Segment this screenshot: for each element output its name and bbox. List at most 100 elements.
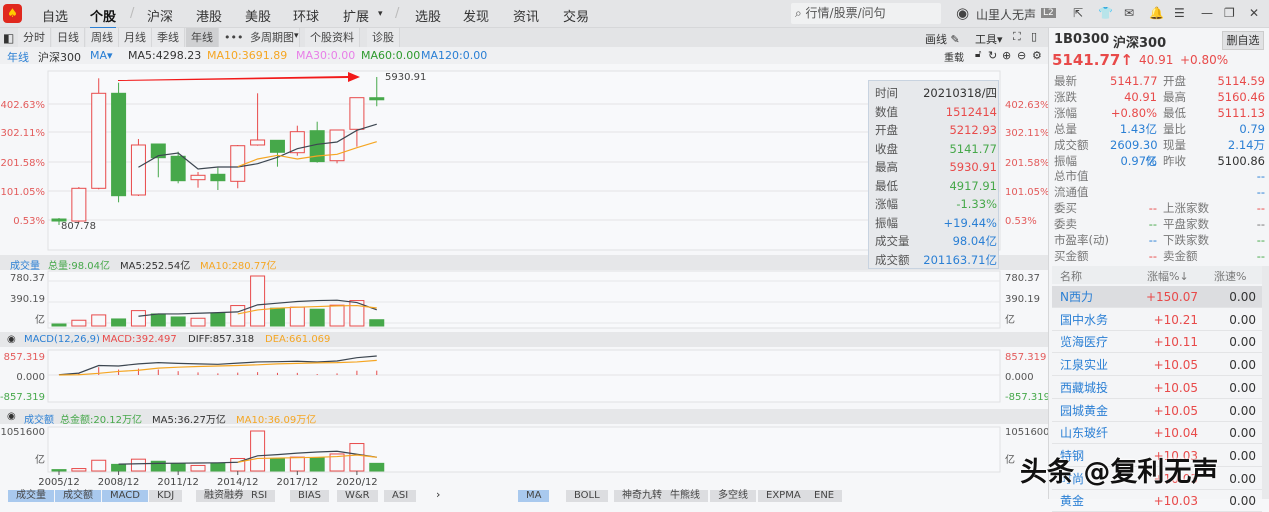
collapse-icon[interactable]: ◉ xyxy=(7,334,16,345)
more-tabs-icon[interactable]: › xyxy=(436,488,440,501)
mail-icon[interactable]: ✉ xyxy=(1124,6,1134,20)
amount-bar-2017 xyxy=(289,456,305,472)
indicator-tab[interactable]: RSI xyxy=(243,490,276,502)
menu-icon[interactable]: ☰ xyxy=(1174,6,1185,20)
quote-label: 委卖 xyxy=(1054,217,1077,232)
watchlist-row[interactable]: N西力 +150.07 0.00 xyxy=(1052,286,1262,308)
watchlist-row[interactable]: 国中水务 +10.21 0.00 xyxy=(1052,309,1262,331)
indicator-tab[interactable]: ASI xyxy=(384,490,417,502)
tooltip-value: 4917.91 xyxy=(949,178,997,193)
y-tick-right: 0.53% xyxy=(1005,216,1037,227)
tooltip-row: 成交量 98.04亿 xyxy=(875,232,997,251)
change-speed: 0.00 xyxy=(1229,290,1256,304)
volume-bar-2021 xyxy=(369,319,385,327)
col-change[interactable]: 涨幅%↓ xyxy=(1147,268,1189,284)
last-price: 5141.77↑ xyxy=(1052,51,1133,69)
remove-watchlist-button[interactable]: 删自选 xyxy=(1222,31,1264,50)
quote-label: 流通值 xyxy=(1054,185,1089,200)
candle-2007[interactable] xyxy=(91,78,107,190)
col-speed[interactable]: 涨速% xyxy=(1214,268,1246,284)
volume-bar-2012 xyxy=(190,317,206,327)
col-name[interactable]: 名称 xyxy=(1060,268,1082,284)
amount-bar-2021 xyxy=(369,462,385,472)
volume-y-tick: 780.37 xyxy=(10,273,45,284)
tooltip-value: 5930.91 xyxy=(949,160,997,174)
watchlist-row[interactable]: 园城黄金 +10.05 0.00 xyxy=(1052,400,1262,422)
minimize-icon[interactable]: — xyxy=(1201,6,1213,20)
indicator-tab[interactable]: BIAS xyxy=(290,490,329,502)
tooltip-row: 时间 20210318/四 xyxy=(875,84,997,103)
volume-bar-2013 xyxy=(210,312,226,327)
quote-label: 最低 xyxy=(1163,105,1186,120)
watchlist-row[interactable]: 西藏城投 +10.05 0.00 xyxy=(1052,377,1262,399)
watchlist-row[interactable]: 黄金 +10.03 0.00 xyxy=(1052,490,1262,512)
tooltip-value: 20210318/四 xyxy=(923,86,997,100)
overlay-tab[interactable]: ENE xyxy=(806,490,843,502)
amount-y-tick: 亿 xyxy=(1005,453,1015,466)
candle-2019[interactable] xyxy=(329,129,345,164)
indicator-tab[interactable]: 成交额 xyxy=(55,490,101,502)
tooltip-row: 开盘 5212.93 xyxy=(875,121,997,140)
tooltip-value: 201163.71亿 xyxy=(923,252,997,267)
quote-value: -- xyxy=(1256,185,1265,200)
indicator-tab[interactable]: KDJ xyxy=(149,490,183,502)
watchlist-row[interactable]: 山东玻纤 +10.04 0.00 xyxy=(1052,422,1262,445)
overlay-tab[interactable]: BOLL xyxy=(566,490,608,502)
quote-label: 委买 xyxy=(1054,201,1077,216)
watchlist-row[interactable]: 览海医疗 +10.11 0.00 xyxy=(1052,331,1262,354)
quote-value: 2609.30亿 xyxy=(1110,137,1158,168)
indicator-tab[interactable]: W&R xyxy=(337,490,378,502)
indicator-tab[interactable]: 成交量 xyxy=(8,490,54,502)
overlay-tab[interactable]: 牛熊线 xyxy=(662,490,708,502)
x-tick-label: 2020/12 xyxy=(336,477,378,488)
tooltip-label: 数值 xyxy=(875,104,898,119)
tooltip-label: 开盘 xyxy=(875,123,898,137)
volume-bar-2015 xyxy=(250,275,266,327)
quote-value: -- xyxy=(1256,217,1265,232)
x-tick-label: 2017/12 xyxy=(277,477,319,488)
watchlist-row[interactable]: 江泉实业 +10.05 0.00 xyxy=(1052,354,1262,377)
overlay-tab[interactable]: MA xyxy=(518,490,550,502)
amount-y-tick: 亿 xyxy=(35,453,45,466)
amount-bar-2008 xyxy=(111,463,127,472)
stock-name: 黄金 xyxy=(1060,494,1085,509)
amount-y-tick: 1051600 xyxy=(1005,427,1048,438)
amount-ma10: MA10:36.09万亿 xyxy=(236,415,317,426)
skin-icon[interactable]: 👕 xyxy=(1098,6,1113,20)
y-tick-right: 101.05% xyxy=(1005,187,1048,198)
macd-y-tick: 857.319 xyxy=(4,352,45,363)
macd-y-tick: 857.319 xyxy=(1005,352,1046,363)
quote-label: 下跌家数 xyxy=(1163,233,1209,247)
bell-icon[interactable]: 🔔 xyxy=(1149,6,1164,20)
quote-value xyxy=(1110,184,1157,200)
tooltip-value: 5141.77 xyxy=(949,141,997,156)
collapse-icon[interactable]: ◉ xyxy=(7,411,16,422)
quote-value: -- xyxy=(1256,233,1265,247)
volume-y-tick: 亿 xyxy=(1005,313,1015,326)
overlay-tab[interactable]: 多空线 xyxy=(710,490,756,502)
quote-value: 5141.77 xyxy=(1110,74,1158,88)
overlay-tab[interactable]: EXPMA xyxy=(758,490,809,502)
close-icon[interactable]: ✕ xyxy=(1249,6,1259,20)
macd-value: MACD:392.497 xyxy=(102,334,177,345)
scrollbar[interactable] xyxy=(1262,266,1269,499)
quote-label: 卖金额 xyxy=(1163,248,1198,263)
change-pct: +10.05 xyxy=(1153,380,1198,395)
switch-icon[interactable]: ⇱ xyxy=(1073,6,1083,20)
tooltip-value: 5212.93 xyxy=(949,123,997,137)
amount-bar-2010 xyxy=(150,460,166,472)
volume-bar-2017 xyxy=(289,306,305,327)
volume-y-tick: 390.19 xyxy=(10,294,45,305)
candle-2008[interactable] xyxy=(111,82,127,203)
amount-title: 成交额 xyxy=(24,415,54,426)
restore-icon[interactable]: ❐ xyxy=(1224,6,1235,20)
x-tick-label: 2014/12 xyxy=(217,477,259,488)
stock-name: 览海医疗 xyxy=(1060,335,1109,350)
candle-2006[interactable] xyxy=(71,186,87,222)
stock-name: 沪深300 xyxy=(1113,36,1167,51)
amount-bar-2006 xyxy=(71,468,87,472)
tooltip-label: 收盘 xyxy=(875,141,898,156)
candle-2009[interactable] xyxy=(130,139,146,196)
indicator-tab[interactable]: MACD xyxy=(102,490,148,502)
quote-label: 量比 xyxy=(1163,121,1186,136)
